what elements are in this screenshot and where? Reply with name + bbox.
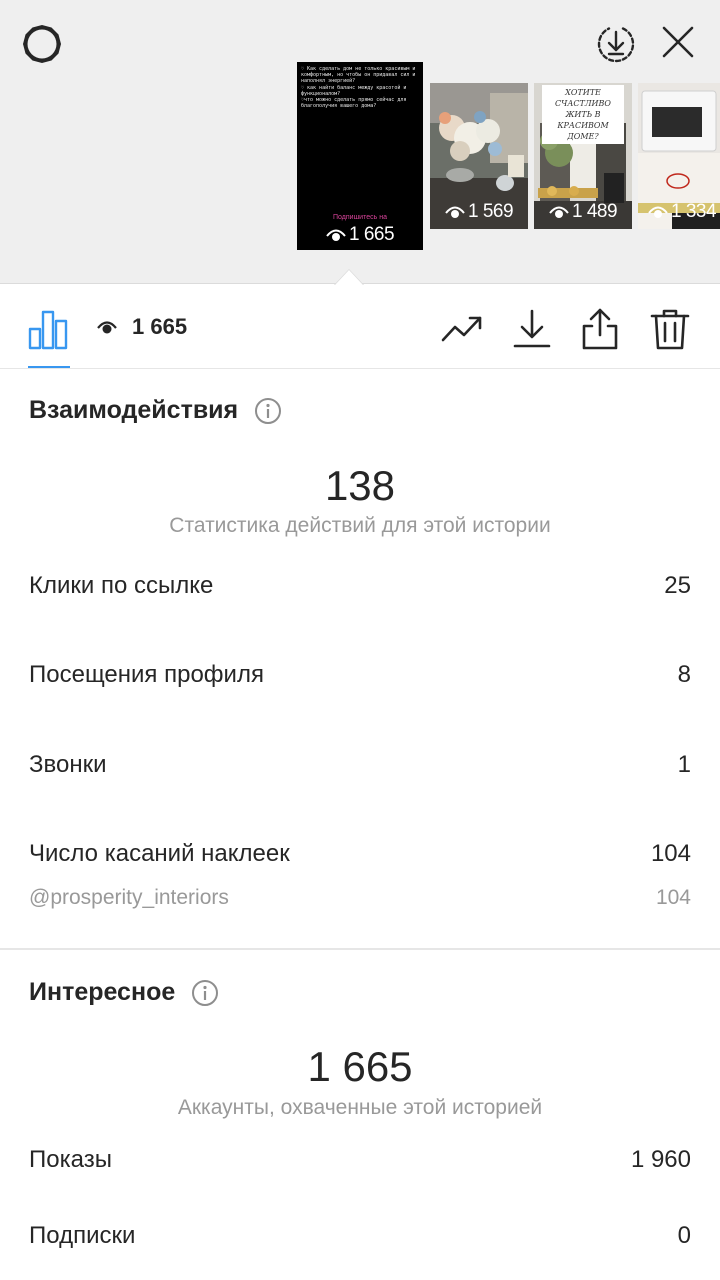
interactions-total: 138	[324, 462, 396, 509]
story-text: ♡ Как сделать дом не только красивым и к…	[301, 66, 416, 110]
active-tab-indicator	[28, 366, 70, 368]
download-icon	[513, 309, 551, 348]
save-button[interactable]	[510, 307, 554, 351]
interactions-header: Взаимодействия	[29, 396, 282, 425]
story-thumbnail[interactable]: ХОТИТЕ СЧАСТЛИВО ЖИТЬ В КРАСИВОМ ДОМЕ? 1…	[534, 83, 632, 229]
info-icon[interactable]	[191, 979, 219, 1007]
share-button[interactable]	[578, 307, 622, 351]
close-button[interactable]	[654, 18, 702, 66]
download-story-button[interactable]	[592, 20, 640, 68]
metric-label: Число касаний наклеек	[29, 840, 290, 867]
eye-icon	[549, 206, 569, 218]
metric-row-impressions: Показы 1 960	[29, 1146, 691, 1174]
metric-value: 1 960	[630, 1146, 691, 1173]
interactions-caption: Статистика действий для этой истории	[169, 514, 551, 537]
bar-chart-icon	[28, 310, 68, 350]
thumbnail-views: 1 489	[534, 201, 632, 223]
thumbnail-views: 1 569	[430, 201, 528, 223]
metric-value: 25	[664, 572, 691, 599]
metric-label: Показы	[29, 1146, 112, 1173]
thumbnail-views-count: 1 569	[467, 201, 514, 222]
views-count: 1 665	[132, 314, 188, 339]
discovery-total: 1 665	[307, 1043, 413, 1090]
discovery-title: Интересное	[29, 978, 176, 1006]
metric-value: 104	[650, 840, 691, 867]
trash-icon	[650, 309, 690, 350]
metric-row-follows: Подписки 0	[29, 1222, 691, 1250]
viewers-button[interactable]: 1 665	[96, 311, 187, 343]
sticker-mention-label: @prosperity_interiors	[29, 886, 229, 909]
story-preview-area: ♡ Как сделать дом не только красивым и к…	[0, 0, 720, 285]
interactions-title: Взаимодействия	[29, 396, 239, 424]
metric-label: Подписки	[29, 1222, 136, 1249]
story-subscribe-text: Подпишитесь на	[333, 214, 387, 221]
metric-label: Звонки	[29, 751, 107, 778]
metric-label: Посещения профиля	[29, 661, 264, 688]
metric-row-calls: Звонки 1	[29, 751, 691, 779]
discovery-caption: Аккаунты, охваченные этой историей	[177, 1096, 543, 1119]
eye-icon	[648, 206, 668, 218]
eye-icon	[445, 206, 465, 218]
thumbnail-views-count: 1 489	[571, 201, 618, 222]
story-toolbar: 1 665	[0, 285, 720, 369]
download-circle-icon	[597, 27, 635, 63]
thumbnail-views: 1 334	[638, 201, 720, 223]
close-icon	[662, 26, 694, 58]
eye-icon	[97, 321, 117, 334]
settings-gear-icon	[23, 25, 61, 63]
insights-tab[interactable]	[26, 307, 70, 351]
thumbnail-views-count: 1 665	[348, 224, 395, 245]
trend-up-icon	[441, 316, 482, 342]
discovery-header: Интересное	[29, 978, 219, 1007]
metric-row-profile-visits: Посещения профиля 8	[29, 661, 691, 689]
metric-row-sticker-mention: @prosperity_interiors 104	[29, 886, 691, 910]
share-icon	[582, 308, 618, 350]
metric-value: 8	[677, 661, 691, 688]
metric-value: 1	[677, 751, 691, 778]
thumbnail-views-count: 1 334	[671, 201, 717, 222]
delete-button[interactable]	[648, 307, 692, 351]
promote-button[interactable]	[440, 307, 484, 351]
story-thumbnail[interactable]: 1 569	[430, 83, 528, 229]
settings-button[interactable]	[18, 20, 66, 68]
thumbnail-overlay-text: ХОТИТЕ СЧАСТЛИВО ЖИТЬ В КРАСИВОМ ДОМЕ?	[542, 85, 624, 144]
thumbnail-views: 1 665	[297, 224, 423, 246]
selection-pointer	[335, 270, 363, 285]
metric-row-link-clicks: Клики по ссылке 25	[29, 572, 691, 600]
story-thumbnail-selected[interactable]: ♡ Как сделать дом не только красивым и к…	[297, 62, 423, 250]
eye-icon	[326, 229, 346, 241]
metric-value: 0	[677, 1222, 691, 1249]
metric-row-sticker-taps: Число касаний наклеек 104	[29, 840, 691, 868]
sticker-mention-value: 104	[655, 886, 691, 909]
info-icon[interactable]	[254, 397, 282, 425]
story-thumbnail[interactable]: 1 334	[638, 83, 720, 229]
metric-label: Клики по ссылке	[29, 572, 214, 599]
section-divider	[0, 948, 720, 950]
